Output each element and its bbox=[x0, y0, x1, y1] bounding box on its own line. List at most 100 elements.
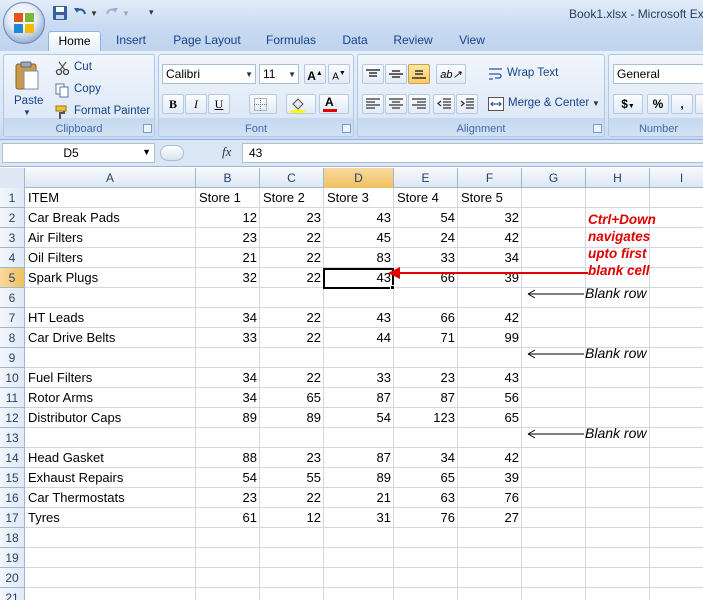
item-cell[interactable]: ITEM bbox=[25, 188, 196, 208]
value-cell[interactable]: 22 bbox=[260, 488, 324, 508]
item-cell[interactable]: Head Gasket bbox=[25, 448, 196, 468]
percent-button[interactable]: % bbox=[647, 94, 669, 114]
column-header-h[interactable]: H bbox=[586, 168, 650, 188]
value-cell[interactable]: 87 bbox=[394, 388, 458, 408]
value-cell[interactable]: 32 bbox=[458, 208, 522, 228]
value-cell[interactable]: 22 bbox=[260, 268, 324, 288]
borders-button[interactable] bbox=[249, 94, 277, 114]
row-header[interactable]: 20 bbox=[0, 568, 25, 588]
value-cell[interactable]: 23 bbox=[196, 228, 260, 248]
row-header[interactable]: 7 bbox=[0, 308, 25, 328]
value-cell[interactable]: Store 5 bbox=[458, 188, 522, 208]
row-header[interactable]: 5 bbox=[0, 268, 25, 288]
value-cell[interactable]: 42 bbox=[458, 448, 522, 468]
tab-page-layout[interactable]: Page Layout bbox=[168, 31, 246, 51]
row-header[interactable]: 15 bbox=[0, 468, 25, 488]
value-cell[interactable]: 87 bbox=[324, 448, 394, 468]
item-cell[interactable]: Rotor Arms bbox=[25, 388, 196, 408]
value-cell[interactable]: Store 1 bbox=[196, 188, 260, 208]
value-cell[interactable]: 33 bbox=[324, 368, 394, 388]
select-all-corner[interactable] bbox=[0, 168, 25, 188]
value-cell[interactable]: 33 bbox=[394, 248, 458, 268]
value-cell[interactable]: 43 bbox=[324, 208, 394, 228]
align-middle-button[interactable] bbox=[385, 64, 407, 84]
copy-button[interactable]: Copy bbox=[52, 80, 107, 99]
value-cell[interactable]: 43 bbox=[324, 308, 394, 328]
value-cell[interactable]: 22 bbox=[260, 368, 324, 388]
value-cell[interactable]: 88 bbox=[196, 448, 260, 468]
column-header-c[interactable]: C bbox=[260, 168, 324, 188]
name-box[interactable]: D5 ▼ bbox=[2, 143, 155, 163]
value-cell[interactable]: 34 bbox=[458, 248, 522, 268]
item-cell[interactable]: Car Drive Belts bbox=[25, 328, 196, 348]
underline-button[interactable]: U bbox=[208, 94, 230, 114]
value-cell[interactable]: 21 bbox=[196, 248, 260, 268]
row-header[interactable]: 16 bbox=[0, 488, 25, 508]
clipboard-dialog-launcher[interactable] bbox=[143, 124, 152, 133]
active-cell-d5[interactable] bbox=[323, 268, 394, 289]
row-header[interactable]: 13 bbox=[0, 428, 25, 448]
value-cell[interactable]: 34 bbox=[394, 448, 458, 468]
value-cell[interactable]: 21 bbox=[324, 488, 394, 508]
value-cell[interactable]: 44 bbox=[324, 328, 394, 348]
redo-dropdown-icon[interactable]: ▼ bbox=[122, 9, 138, 25]
align-right-button[interactable] bbox=[408, 94, 430, 114]
row-header[interactable]: 2 bbox=[0, 208, 25, 228]
italic-button[interactable]: I bbox=[185, 94, 207, 114]
row-header[interactable]: 21 bbox=[0, 588, 25, 600]
shrink-font-button[interactable]: A▼ bbox=[328, 64, 350, 84]
alignment-dialog-launcher[interactable] bbox=[593, 124, 602, 133]
value-cell[interactable]: 123 bbox=[394, 408, 458, 428]
value-cell[interactable]: 24 bbox=[394, 228, 458, 248]
value-cell[interactable]: 56 bbox=[458, 388, 522, 408]
item-cell[interactable]: Car Break Pads bbox=[25, 208, 196, 228]
decrease-indent-button[interactable] bbox=[433, 94, 455, 114]
row-header[interactable]: 9 bbox=[0, 348, 25, 368]
value-cell[interactable]: 55 bbox=[260, 468, 324, 488]
value-cell[interactable]: 87 bbox=[324, 388, 394, 408]
value-cell[interactable]: 89 bbox=[324, 468, 394, 488]
item-cell[interactable]: Spark Plugs bbox=[25, 268, 196, 288]
row-header[interactable]: 19 bbox=[0, 548, 25, 568]
grow-font-button[interactable]: A▲ bbox=[304, 64, 326, 84]
value-cell[interactable]: 54 bbox=[196, 468, 260, 488]
cut-button[interactable]: Cut bbox=[52, 58, 102, 77]
item-cell[interactable]: Oil Filters bbox=[25, 248, 196, 268]
value-cell[interactable]: 22 bbox=[260, 228, 324, 248]
value-cell[interactable]: 12 bbox=[260, 508, 324, 528]
row-header[interactable]: 18 bbox=[0, 528, 25, 548]
value-cell[interactable]: 33 bbox=[196, 328, 260, 348]
customize-qat-icon[interactable]: ▾ bbox=[149, 7, 165, 23]
row-header[interactable]: 11 bbox=[0, 388, 25, 408]
item-cell[interactable]: HT Leads bbox=[25, 308, 196, 328]
column-header-g[interactable]: G bbox=[522, 168, 586, 188]
item-cell[interactable]: Exhaust Repairs bbox=[25, 468, 196, 488]
tab-review[interactable]: Review bbox=[388, 31, 438, 51]
row-header[interactable]: 10 bbox=[0, 368, 25, 388]
item-cell[interactable]: Air Filters bbox=[25, 228, 196, 248]
wrap-text-button[interactable]: Wrap Text bbox=[485, 63, 565, 83]
currency-button[interactable]: $▼ bbox=[613, 94, 643, 114]
row-header[interactable]: 4 bbox=[0, 248, 25, 268]
row-header[interactable]: 12 bbox=[0, 408, 25, 428]
save-icon[interactable] bbox=[52, 5, 68, 21]
row-header[interactable]: 17 bbox=[0, 508, 25, 528]
value-cell[interactable]: 23 bbox=[394, 368, 458, 388]
item-cell[interactable]: Car Thermostats bbox=[25, 488, 196, 508]
value-cell[interactable]: 65 bbox=[394, 468, 458, 488]
redo-icon[interactable] bbox=[104, 5, 120, 21]
value-cell[interactable]: 12 bbox=[196, 208, 260, 228]
font-size-dropdown[interactable]: 11 ▼ bbox=[259, 64, 299, 84]
align-center-button[interactable] bbox=[385, 94, 407, 114]
column-header-a[interactable]: A bbox=[25, 168, 196, 188]
fill-color-button[interactable] bbox=[286, 94, 316, 114]
item-cell[interactable]: Fuel Filters bbox=[25, 368, 196, 388]
row-header[interactable]: 8 bbox=[0, 328, 25, 348]
item-cell[interactable]: Tyres bbox=[25, 508, 196, 528]
row-header[interactable]: 1 bbox=[0, 188, 25, 208]
value-cell[interactable]: 23 bbox=[260, 448, 324, 468]
orientation-button[interactable]: ab↗ bbox=[436, 64, 466, 84]
value-cell[interactable]: 43 bbox=[458, 368, 522, 388]
value-cell[interactable]: 23 bbox=[196, 488, 260, 508]
number-format-dropdown[interactable]: General bbox=[613, 64, 703, 84]
